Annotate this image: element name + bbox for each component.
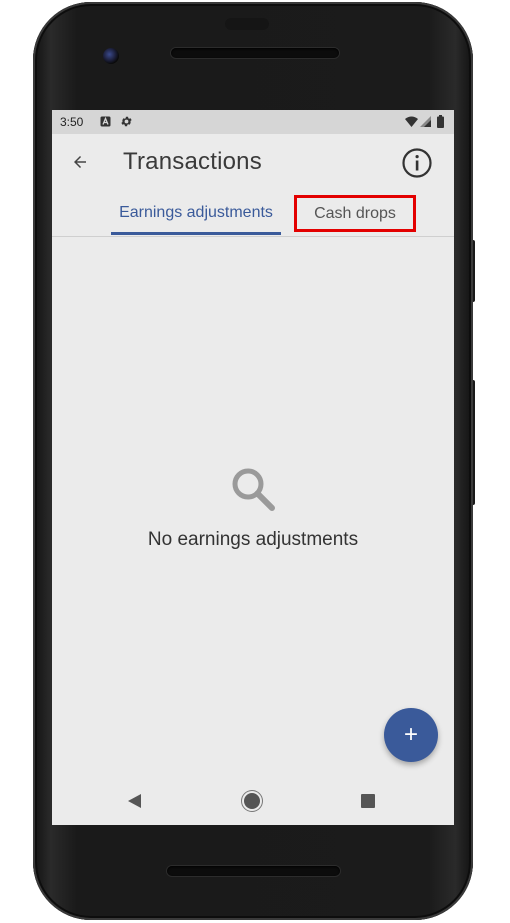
back-button[interactable]: [66, 148, 94, 176]
info-button[interactable]: [400, 146, 434, 180]
phone-top-slot: [225, 18, 269, 30]
empty-state-message: No earnings adjustments: [147, 529, 359, 550]
search-icon: [229, 465, 277, 513]
info-icon: [402, 148, 432, 178]
page-title: Transactions: [123, 148, 262, 175]
wifi-icon: [405, 116, 418, 130]
app-bar: Transactions: [52, 134, 454, 190]
settings-gear-icon: [120, 115, 133, 131]
device-frame-stage: 3:50 Transactions Earnings adjustments C…: [0, 0, 510, 923]
nav-home-icon[interactable]: [244, 793, 260, 809]
status-time: 3:50: [60, 115, 84, 129]
tab-cash-drops-label: Cash drops: [314, 204, 396, 222]
signal-icon: [420, 116, 431, 130]
selected-tab-indicator: [111, 232, 281, 235]
phone-screen: 3:50 Transactions Earnings adjustments C…: [52, 110, 454, 825]
tab-earnings-adjustments[interactable]: Earnings adjustments: [110, 190, 282, 236]
navigation-bar: [52, 777, 454, 825]
arrow-back-icon: [74, 156, 86, 168]
status-bar: 3:50: [52, 110, 454, 134]
front-camera: [103, 48, 119, 64]
add-button[interactable]: +: [384, 708, 438, 762]
add-icon: +: [403, 721, 418, 748]
bottom-speaker: [167, 866, 340, 876]
tab-earnings-adjustments-label: Earnings adjustments: [119, 204, 273, 221]
nav-recents-icon[interactable]: [361, 794, 375, 808]
notification-a-icon: [100, 116, 111, 130]
top-speaker: [171, 48, 339, 58]
nav-back-icon[interactable]: [128, 794, 141, 808]
tab-cash-drops[interactable]: Cash drops: [294, 195, 416, 232]
tab-bar: Earnings adjustments Cash drops: [52, 190, 454, 237]
battery-icon: [437, 115, 444, 131]
